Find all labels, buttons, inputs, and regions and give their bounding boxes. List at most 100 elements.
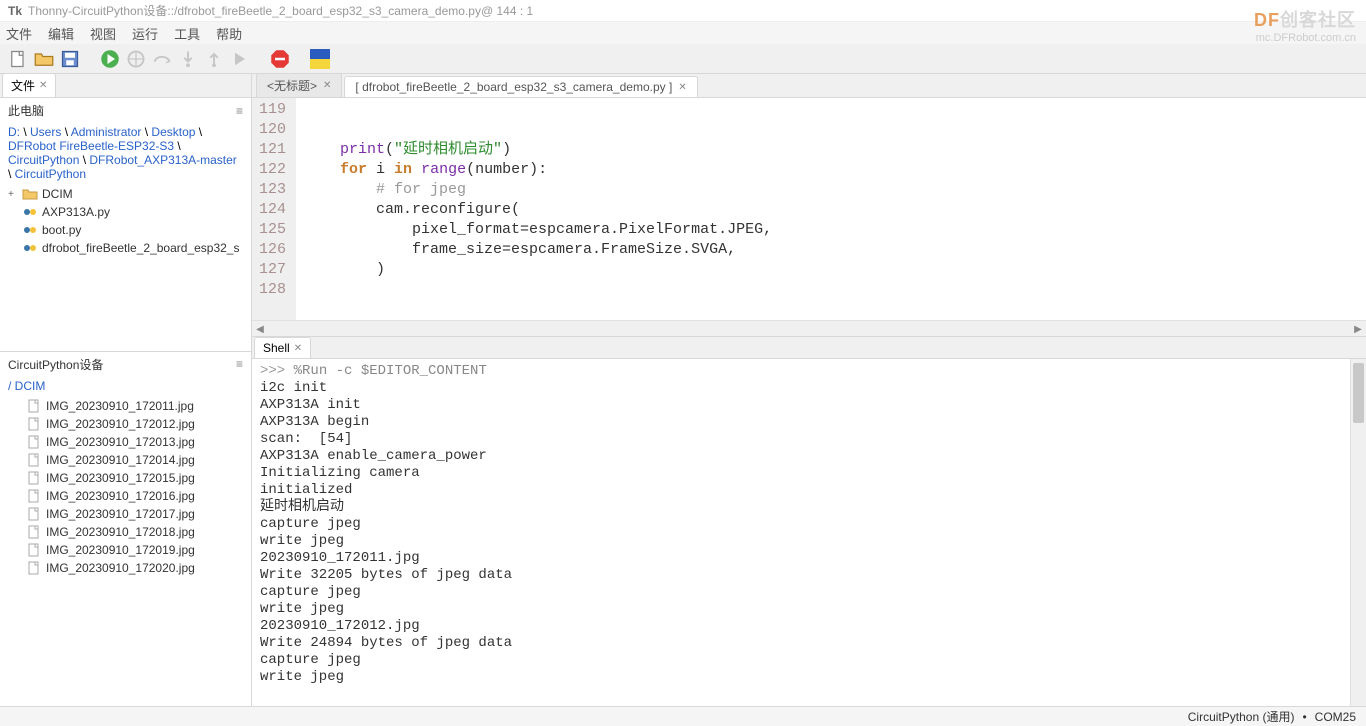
tree-item-label: IMG_20230910_172018.jpg (46, 525, 195, 539)
expander-icon[interactable]: + (8, 189, 18, 200)
hamburger-icon[interactable]: ≡ (236, 357, 243, 371)
save-button[interactable] (60, 49, 80, 69)
file-icon (26, 452, 42, 468)
file-icon (26, 434, 42, 450)
ukraine-flag-icon[interactable] (310, 49, 330, 69)
shell-line: AXP313A enable_camera_power (260, 448, 1358, 465)
close-icon[interactable]: ✕ (294, 343, 302, 354)
menu-bar: 文件 编辑 视图 运行 工具 帮助 (0, 22, 1366, 44)
breadcrumb-link[interactable]: DFRobot_AXP313A-master (89, 153, 236, 167)
file-icon (26, 398, 42, 414)
hamburger-icon[interactable]: ≡ (236, 104, 243, 118)
tree-item[interactable]: IMG_20230910_172020.jpg (4, 559, 247, 577)
editor-tab-untitled[interactable]: <无标题> ✕ (256, 74, 342, 97)
breadcrumb-link[interactable]: Administrator (71, 125, 142, 139)
tree-item[interactable]: IMG_20230910_172019.jpg (4, 541, 247, 559)
menu-tools[interactable]: 工具 (174, 24, 200, 43)
tree-item[interactable]: AXP313A.py (4, 203, 247, 221)
breadcrumb-link[interactable]: Users (30, 125, 61, 139)
menu-view[interactable]: 视图 (90, 24, 116, 43)
tree-item-label: IMG_20230910_172017.jpg (46, 507, 195, 521)
tree-item[interactable]: IMG_20230910_172015.jpg (4, 469, 247, 487)
breadcrumb-link[interactable]: Desktop (151, 125, 195, 139)
tree-item[interactable]: IMG_20230910_172011.jpg (4, 397, 247, 415)
this-pc-label: 此电脑 (8, 102, 44, 119)
tree-item-label: AXP313A.py (42, 205, 110, 219)
editor-hscroll[interactable]: ◀ ▶ (252, 320, 1366, 336)
python-icon (22, 204, 38, 220)
tree-item-label: IMG_20230910_172011.jpg (46, 399, 194, 413)
line-gutter: 119120121122123124125126127128 (252, 98, 296, 320)
new-file-button[interactable] (8, 49, 28, 69)
tree-item[interactable]: IMG_20230910_172017.jpg (4, 505, 247, 523)
tree-item[interactable]: dfrobot_fireBeetle_2_board_esp32_s (4, 239, 247, 257)
title-app: Thonny (28, 4, 68, 18)
tree-item[interactable]: IMG_20230910_172013.jpg (4, 433, 247, 451)
shell-line: 20230910_172012.jpg (260, 618, 1358, 635)
code-content[interactable]: print("延时相机启动") for i in range(number): … (296, 98, 1366, 320)
code-editor[interactable]: 119120121122123124125126127128 print("延时… (252, 98, 1366, 320)
file-icon (26, 524, 42, 540)
status-bar: CircuitPython (通用) • COM25 (0, 706, 1366, 726)
open-file-button[interactable] (34, 49, 54, 69)
scroll-left-icon[interactable]: ◀ (252, 321, 268, 337)
menu-help[interactable]: 帮助 (216, 24, 242, 43)
shell-line: scan: [54] (260, 431, 1358, 448)
editor-tabs: <无标题> ✕ [ dfrobot_fireBeetle_2_board_esp… (252, 74, 1366, 98)
editor-tab-main[interactable]: [ dfrobot_fireBeetle_2_board_esp32_s3_ca… (344, 76, 697, 97)
status-port[interactable]: COM25 (1315, 710, 1356, 724)
device-label: CircuitPython设备 (8, 356, 103, 373)
shell-line: AXP313A init (260, 397, 1358, 414)
shell-line: AXP313A begin (260, 414, 1358, 431)
title-pos: @ 144 : 1 (481, 4, 533, 18)
tree-item[interactable]: IMG_20230910_172012.jpg (4, 415, 247, 433)
file-icon (26, 470, 42, 486)
tree-item-label: dfrobot_fireBeetle_2_board_esp32_s (42, 241, 239, 255)
tree-item[interactable]: IMG_20230910_172014.jpg (4, 451, 247, 469)
tree-item[interactable]: IMG_20230910_172018.jpg (4, 523, 247, 541)
step-into-button[interactable] (178, 49, 198, 69)
local-tree: + DCIM AXP313A.py boot.py dfrobot_fireBeetle… (0, 183, 251, 351)
shell-tab[interactable]: Shell ✕ (254, 337, 311, 358)
tree-item-label: boot.py (42, 223, 81, 237)
breadcrumb-link[interactable]: DFRobot FireBeetle-ESP32-S3 (8, 139, 174, 153)
shell-line: write jpeg (260, 601, 1358, 618)
run-button[interactable] (100, 49, 120, 69)
device-tree: IMG_20230910_172011.jpg IMG_20230910_1720… (0, 395, 251, 706)
shell-output[interactable]: >>> %Run -c $EDITOR_CONTENT i2c initAXP3… (252, 359, 1366, 706)
debug-button[interactable] (126, 49, 146, 69)
menu-edit[interactable]: 编辑 (48, 24, 74, 43)
tree-item[interactable]: boot.py (4, 221, 247, 239)
close-icon[interactable]: ✕ (678, 82, 686, 93)
breadcrumb-link[interactable]: CircuitPython (8, 153, 79, 167)
menu-run[interactable]: 运行 (132, 24, 158, 43)
shell-line: capture jpeg (260, 584, 1358, 601)
scroll-right-icon[interactable]: ▶ (1350, 321, 1366, 337)
device-path[interactable]: / DCIM (0, 377, 251, 395)
resume-button[interactable] (230, 49, 250, 69)
tree-item-label: DCIM (42, 187, 73, 201)
stop-button[interactable] (270, 49, 290, 69)
files-tab[interactable]: 文件 ✕ (2, 74, 56, 97)
tree-item-label: IMG_20230910_172014.jpg (46, 453, 195, 467)
tree-item[interactable]: + DCIM (4, 185, 247, 203)
shell-line: capture jpeg (260, 652, 1358, 669)
shell-line: write jpeg (260, 669, 1358, 686)
step-over-button[interactable] (152, 49, 172, 69)
breadcrumb-link[interactable]: CircuitPython (15, 167, 86, 181)
shell-line: 20230910_172011.jpg (260, 550, 1358, 567)
close-icon[interactable]: ✕ (39, 80, 47, 91)
shell-line: initialized (260, 482, 1358, 499)
step-out-button[interactable] (204, 49, 224, 69)
close-icon[interactable]: ✕ (323, 80, 331, 91)
shell-vscroll[interactable] (1350, 359, 1366, 706)
status-backend[interactable]: CircuitPython (通用) (1188, 708, 1295, 725)
tree-item[interactable]: IMG_20230910_172016.jpg (4, 487, 247, 505)
shell-line: Write 32205 bytes of jpeg data (260, 567, 1358, 584)
app-icon: Tk (8, 4, 22, 18)
menu-file[interactable]: 文件 (6, 24, 32, 43)
file-icon (26, 488, 42, 504)
breadcrumb-link[interactable]: D: (8, 125, 20, 139)
shell-line: 延时相机启动 (260, 499, 1358, 516)
tree-item-label: IMG_20230910_172016.jpg (46, 489, 195, 503)
